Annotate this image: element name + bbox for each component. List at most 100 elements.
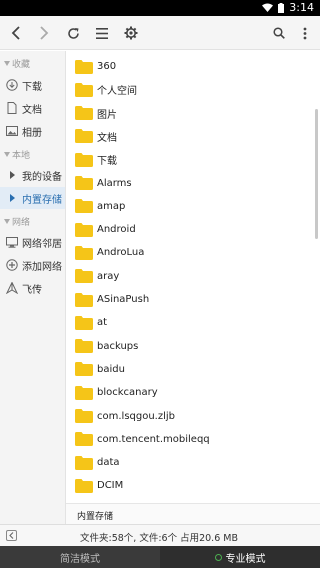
- folder-icon: [75, 106, 93, 121]
- list-item[interactable]: DCIM: [66, 474, 316, 497]
- pro-mode-tab[interactable]: 专业模式: [160, 546, 320, 568]
- list-item[interactable]: blockcanary: [66, 381, 316, 404]
- file-name: Android: [97, 224, 136, 236]
- network-section-header[interactable]: 网络: [4, 215, 30, 228]
- file-name: 文档: [97, 132, 117, 144]
- list-item[interactable]: 图片: [66, 102, 316, 125]
- triangle-right-icon: [6, 192, 18, 204]
- chevron-left-icon: [11, 26, 20, 40]
- simple-mode-label: 简洁模式: [60, 553, 100, 565]
- settings-button[interactable]: [121, 23, 141, 43]
- sidebar-item-album[interactable]: 相册: [0, 120, 65, 142]
- simple-mode-tab[interactable]: 简洁模式: [0, 546, 160, 568]
- folder-icon: [75, 222, 93, 237]
- file-name: amap: [97, 200, 126, 212]
- current-path[interactable]: 内置存储: [77, 509, 113, 522]
- refresh-button[interactable]: [63, 23, 83, 43]
- folder-icon: [75, 315, 93, 330]
- list-item[interactable]: baidu: [66, 358, 316, 381]
- sidebar-item-label: 网络邻居: [22, 238, 62, 250]
- sidebar: 收藏 下载 文档 相册 本地 我的设备 内置存储 网络 网络邻居 添加网络 飞传: [0, 51, 66, 524]
- file-name: 图片: [97, 109, 117, 121]
- triangle-right-icon: [6, 169, 18, 181]
- file-list: 360 个人空间图片文档下载 Alarms amap Android AndroLua ar…: [66, 51, 320, 503]
- pro-mode-label: 专业模式: [225, 553, 266, 565]
- list-item[interactable]: amap: [66, 195, 316, 218]
- file-name: ASinaPush: [97, 294, 150, 305]
- toolbar: [0, 16, 320, 50]
- forward-button[interactable]: [34, 23, 54, 43]
- search-icon: [273, 27, 285, 39]
- sidebar-item-my-device[interactable]: 我的设备: [0, 164, 65, 186]
- section-label: 网络: [12, 218, 31, 228]
- folder-icon: [75, 199, 93, 214]
- download-icon: [6, 79, 18, 91]
- folder-icon: [75, 292, 93, 307]
- file-name: 360: [97, 61, 117, 72]
- collapse-sidebar-button[interactable]: [6, 530, 17, 541]
- view-mode-button[interactable]: [92, 23, 112, 43]
- sidebar-item-downloads[interactable]: 下载: [0, 74, 65, 96]
- local-section-header[interactable]: 本地: [4, 148, 30, 161]
- folder-icon: [75, 82, 93, 97]
- list-item[interactable]: AndroLua: [66, 241, 316, 264]
- list-item[interactable]: Android: [66, 218, 316, 241]
- file-name: at: [97, 317, 108, 329]
- list-item[interactable]: at: [66, 311, 316, 334]
- status-bar: 3:14: [0, 0, 320, 16]
- sidebar-item-label: 内置存储: [22, 194, 62, 206]
- list-item[interactable]: 文档: [66, 125, 316, 148]
- send-icon: [6, 282, 18, 294]
- sidebar-item-label: 我的设备: [22, 171, 62, 183]
- battery-icon: [278, 2, 285, 13]
- list-view-icon: [96, 27, 108, 39]
- triangle-down-icon: [4, 219, 10, 224]
- triangle-down-icon: [4, 61, 10, 66]
- document-icon: [6, 102, 18, 114]
- file-name: backups: [97, 340, 139, 352]
- sidebar-item-documents[interactable]: 文档: [0, 97, 65, 119]
- back-button[interactable]: [6, 23, 26, 43]
- mode-bar: 简洁模式 专业模式: [0, 546, 320, 568]
- chevron-left-icon: [9, 532, 14, 539]
- monitor-icon: [6, 236, 18, 248]
- sidebar-item-internal-storage[interactable]: 内置存储: [0, 187, 65, 209]
- list-item[interactable]: 360: [66, 55, 316, 78]
- file-name: blockcanary: [97, 387, 158, 399]
- more-button[interactable]: [295, 23, 315, 43]
- list-item[interactable]: ASinaPush: [66, 288, 316, 311]
- sidebar-item-feichuan[interactable]: 飞传: [0, 277, 65, 299]
- folder-icon: [75, 478, 93, 493]
- list-item[interactable]: 下载: [66, 148, 316, 171]
- folder-icon: [75, 455, 93, 470]
- folder-icon: [75, 362, 93, 377]
- folder-icon: [75, 409, 93, 423]
- triangle-down-icon: [4, 152, 10, 157]
- list-item[interactable]: backups: [66, 335, 316, 358]
- clock: 3:14: [289, 1, 314, 14]
- refresh-icon: [67, 27, 79, 39]
- sidebar-item-network-neighbors[interactable]: 网络邻居: [0, 231, 65, 253]
- gear-icon: [124, 26, 138, 40]
- list-item[interactable]: Alarms: [66, 172, 316, 195]
- sidebar-item-add-network[interactable]: 添加网络: [0, 254, 65, 276]
- sidebar-item-label: 飞传: [22, 284, 42, 296]
- folder-icon: [75, 245, 93, 260]
- list-item[interactable]: aray: [66, 265, 316, 288]
- more-vert-icon: [303, 27, 307, 39]
- search-button[interactable]: [269, 23, 289, 43]
- list-item[interactable]: data: [66, 451, 316, 474]
- list-item[interactable]: 个人空间: [66, 78, 316, 101]
- info-bar: 文件夹:58个, 文件:6个 占用20.6 MB: [0, 524, 320, 546]
- chevron-right-icon: [40, 26, 49, 40]
- list-item[interactable]: com.tencent.mobileqq: [66, 428, 316, 451]
- list-item[interactable]: com.lsqgou.zljb: [66, 405, 316, 428]
- folder-icon: [75, 59, 93, 74]
- folder-icon: [75, 385, 93, 400]
- favorites-section-header[interactable]: 收藏: [4, 57, 30, 70]
- selected-dot-icon: [214, 553, 222, 561]
- image-icon: [6, 125, 18, 137]
- wifi-icon: [262, 3, 274, 12]
- storage-summary: 文件夹:58个, 文件:6个 占用20.6 MB: [80, 533, 238, 544]
- file-name: aray: [97, 270, 120, 282]
